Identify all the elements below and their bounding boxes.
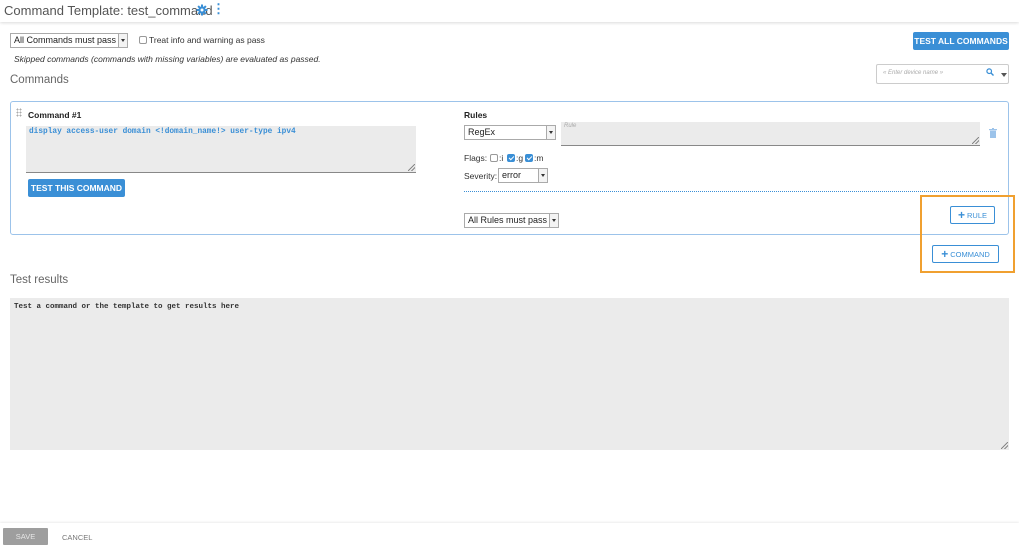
highlight-box — [920, 195, 1015, 273]
test-results-title: Test results — [10, 274, 69, 286]
severity-select[interactable]: error — [498, 168, 548, 183]
commands-section-title: Commands — [10, 74, 69, 86]
flag-i-label: :i — [499, 153, 504, 163]
flags-label: Flags: — [464, 153, 488, 163]
chevron-down-icon — [538, 169, 547, 182]
treat-info-label: Treat info and warning as pass — [149, 35, 265, 45]
flag-m-label: :m — [534, 153, 544, 163]
search-icon — [986, 68, 994, 78]
command-card: Command #1 display access-user domain <!… — [10, 101, 1009, 235]
test-all-commands-button[interactable]: TEST ALL COMMANDS — [913, 32, 1009, 50]
severity-value: error — [502, 170, 522, 180]
test-this-command-button[interactable]: TEST THIS COMMAND — [28, 179, 125, 197]
rule-placeholder: Rule — [564, 123, 577, 129]
rules-label: Rules — [464, 110, 488, 120]
chevron-down-icon — [1001, 73, 1007, 77]
rules-divider — [464, 191, 999, 192]
resize-grip-icon[interactable] — [972, 137, 979, 144]
test-results-area[interactable]: Test a command or the template to get re… — [10, 298, 1009, 450]
chevron-down-icon — [118, 34, 127, 47]
flag-g-checkbox[interactable] — [507, 154, 515, 162]
trash-icon[interactable] — [989, 128, 997, 138]
page-title: Command Template: test_command — [4, 3, 213, 18]
rules-mode-value: All Rules must pass — [468, 215, 548, 225]
skipped-note: Skipped commands (commands with missing … — [14, 54, 321, 64]
flag-m-checkbox[interactable] — [525, 154, 533, 162]
gear-icon[interactable] — [196, 4, 208, 16]
rule-type-select[interactable]: RegEx — [464, 125, 556, 140]
rule-input[interactable]: Rule — [561, 122, 980, 146]
device-select[interactable]: « Enter device name » — [876, 64, 1009, 84]
severity-label: Severity: — [464, 171, 498, 181]
pass-mode-select[interactable]: All Commands must pass — [10, 33, 128, 48]
command-title: Command #1 — [28, 110, 82, 120]
rule-type-value: RegEx — [468, 127, 496, 137]
command-text: display access-user domain <!domain_name… — [29, 128, 296, 136]
chevron-down-icon — [549, 214, 558, 227]
resize-grip-icon[interactable] — [1001, 442, 1008, 449]
chevron-down-icon — [546, 126, 555, 139]
flag-i-checkbox[interactable] — [490, 154, 498, 162]
kebab-menu-icon[interactable]: ⋮ — [212, 2, 225, 16]
save-button[interactable]: SAVE — [3, 528, 48, 545]
flag-g-label: :g — [516, 153, 524, 163]
treat-info-checkbox[interactable] — [139, 36, 147, 44]
command-input[interactable]: display access-user domain <!domain_name… — [26, 126, 416, 173]
drag-handle-icon[interactable] — [16, 108, 22, 117]
cancel-button[interactable]: CANCEL — [62, 533, 92, 542]
resize-grip-icon[interactable] — [408, 164, 415, 171]
footer-bar — [0, 523, 1019, 547]
test-results-text: Test a command or the template to get re… — [14, 303, 240, 311]
rules-mode-select[interactable]: All Rules must pass — [464, 213, 559, 228]
device-placeholder: « Enter device name » — [883, 70, 944, 76]
pass-mode-value: All Commands must pass — [14, 35, 117, 45]
